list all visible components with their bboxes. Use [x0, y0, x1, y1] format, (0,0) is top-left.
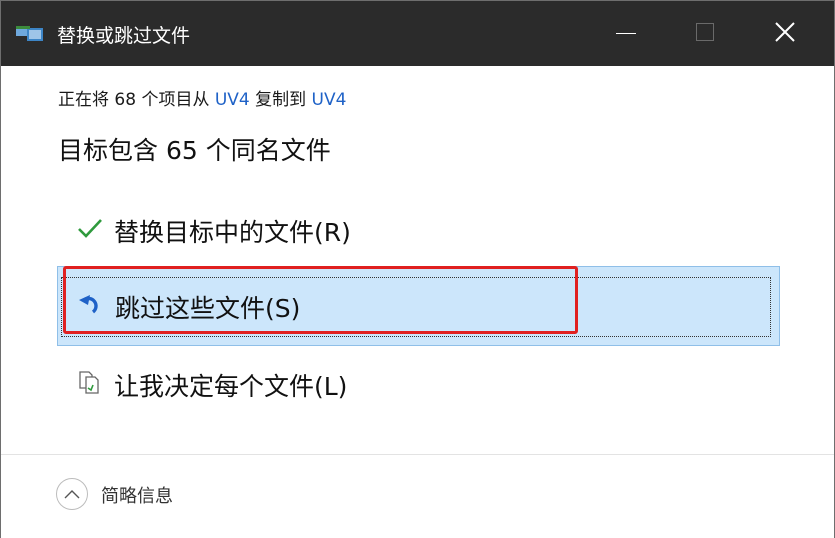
- source-folder-link[interactable]: UV4: [215, 90, 250, 110]
- dialog-footer: 简略信息: [1, 454, 834, 538]
- checkmark-icon: [78, 219, 102, 238]
- maximize-icon: [696, 23, 714, 41]
- subtitle-prefix: 正在将 68 个项目从: [58, 90, 215, 110]
- fewer-details-label[interactable]: 简略信息: [101, 482, 173, 508]
- copy-progress-text: 正在将 68 个项目从 UV4 复制到 UV4: [58, 85, 346, 110]
- chevron-up-icon: [64, 490, 80, 499]
- minimize-button[interactable]: [581, 1, 661, 66]
- replace-files-option[interactable]: 替换目标中的文件(R): [57, 191, 780, 271]
- copy-files-icon: [16, 26, 43, 41]
- destination-folder-link[interactable]: UV4: [312, 90, 347, 110]
- minimize-icon: [616, 33, 636, 34]
- replace-or-skip-dialog: 替换或跳过文件 正在将 68 个项目从 UV4 复制到 UV4 目标包含 65 …: [0, 0, 835, 538]
- files-compare-icon: [79, 371, 99, 394]
- subtitle-middle: 复制到: [249, 90, 312, 110]
- close-button[interactable]: [741, 1, 821, 66]
- maximize-button[interactable]: [661, 1, 741, 66]
- decide-each-file-option[interactable]: 让我决定每个文件(L): [57, 345, 780, 425]
- window-title: 替换或跳过文件: [57, 25, 191, 47]
- decide-each-file-label: 让我决定每个文件(L): [114, 372, 348, 401]
- annotation-highlight: [63, 266, 578, 334]
- replace-files-label: 替换目标中的文件(R): [114, 218, 351, 247]
- title-bar[interactable]: 替换或跳过文件: [1, 1, 834, 66]
- conflict-heading: 目标包含 65 个同名文件: [58, 136, 331, 165]
- collapse-details-button[interactable]: [56, 478, 88, 510]
- close-icon: [775, 22, 795, 42]
